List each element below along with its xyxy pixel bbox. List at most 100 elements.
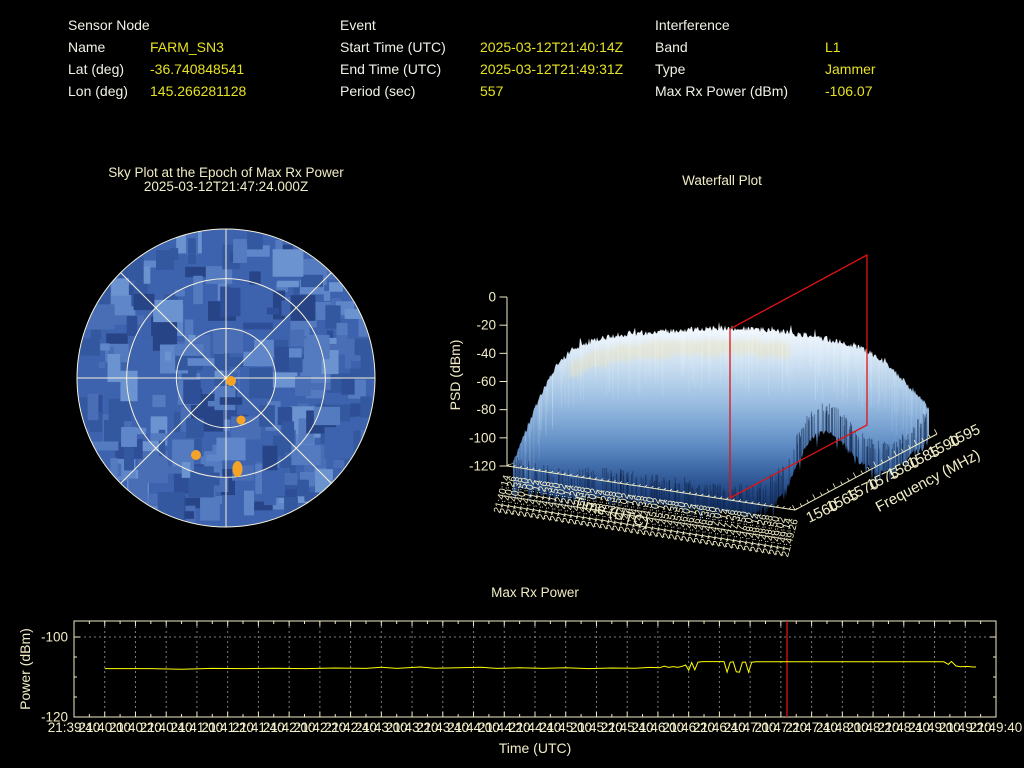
sky-heatmap-patch [87,393,99,421]
sky-source-dot [226,376,236,386]
waterfall-freq-tick [852,472,857,478]
event-section: Event Start Time (UTC) 2025-03-12T21:40:1… [340,14,623,102]
field-label: Name [68,39,106,55]
field-value: FARM_SN3 [150,39,224,55]
sky-heatmap-patch [227,287,241,317]
sky-heatmap-patch [111,278,129,296]
sky-heatmap-patch [143,266,151,284]
sky-heatmap-patch [124,445,134,471]
sky-source-dot [236,415,246,425]
sky-heatmap-patch [214,353,230,371]
sky-heatmap-patch [263,494,277,506]
sky-heatmap-patch [108,398,132,422]
sky-heatmap-patch [174,263,186,287]
field-value: L1 [825,39,841,55]
sensor-node-section: Sensor Node Name FARM_SN3 Lat (deg) -36.74… [68,14,246,102]
waterfall-freq-tick [826,488,830,493]
power-plot-title: Max Rx Power [491,585,579,600]
waterfall-z-tick-label: -60 [476,374,496,389]
sky-heatmap-patch [110,458,118,482]
waterfall-z-axis-label: PSD (dBm) [447,340,463,411]
sky-heatmap-patch [174,344,204,356]
sky-heatmap-patch [216,437,246,461]
power-data-line [104,660,976,674]
sky-heatmap-patch [275,346,289,372]
sky-heatmap-patch [300,274,324,288]
sky-heatmap-patch [188,238,196,264]
sky-heatmap-patch [169,248,179,260]
sky-heatmap-patch [259,405,275,427]
field-label: Period (sec) [340,83,416,99]
power-y-tick-label: -120 [41,710,68,725]
sky-heatmap-patch [324,427,354,459]
power-y-axis-label: Power (dBm) [17,628,33,710]
sky-plot-title: Sky Plot at the Epoch of Max Rx Power 20… [46,166,406,194]
sky-heatmap-patch [153,299,183,323]
field-value: Jammer [825,61,876,77]
dashboard: Sensor Node Name FARM_SN3 Lat (deg) -36.74… [0,0,1024,768]
waterfall-freq-tick [806,499,809,503]
sky-heatmap-patch [243,490,255,516]
max-rx-power-plot-canvas: Max Rx PowerPower (dBm)Time (UTC)21:39:4… [17,585,1023,756]
field-label: Lat (deg) [68,61,125,77]
field-value: -36.740848541 [150,61,245,77]
sky-heatmap-patch [289,329,305,347]
sky-heatmap-patch [266,307,280,315]
waterfall-freq-tick [860,470,863,474]
waterfall-freq-tick [867,466,870,471]
waterfall-z-tick-label: -40 [476,346,496,361]
waterfall-z-tick-label: -20 [476,318,496,333]
sky-heatmap-patch [284,496,298,522]
waterfall-freq-tick [820,492,823,496]
field-value: 2025-03-12T21:40:14Z [480,39,624,55]
waterfall-freq-tick [812,494,816,500]
sky-heatmap-patch [83,304,115,330]
waterfall-freq-tick [928,434,931,438]
field-label: Band [655,39,688,55]
sky-heatmap-patch [354,338,375,356]
field-label: End Time (UTC) [340,61,442,77]
waterfall-freq-tick [799,503,803,507]
sky-heatmap-patch [231,416,261,440]
section-title: Sensor Node [68,17,150,33]
sky-heatmap-patch [233,239,247,263]
sky-heatmap-patch [284,472,298,486]
waterfall-plot-canvas: 0-20-40-60-80-100-120PSD (dBm)21:40:1421… [447,253,983,558]
waterfall-z-tick-label: -80 [476,402,496,417]
sky-heatmap-patch [295,376,311,396]
sky-heatmap-patch [212,328,244,354]
sky-heatmap-patch [243,322,273,330]
field-value: 557 [480,83,504,99]
field-label: Lon (deg) [68,83,128,99]
sky-heatmap-patch [306,334,330,360]
sky-heatmap-patch [80,338,100,356]
sky-plot-title-line1: Sky Plot at the Epoch of Max Rx Power [108,165,344,180]
sky-heatmap-patch [146,267,178,295]
sky-heatmap-patch [152,394,166,408]
sky-heatmap-patch [272,249,304,277]
waterfall-z-tick-label: -120 [469,459,496,474]
sky-heatmap-patch [329,337,337,345]
sky-heatmap-patch [98,361,106,369]
sky-heatmap-patch [120,370,138,402]
sky-heatmap-patch [336,322,348,336]
waterfall-freq-tick-label: 1595 [946,421,983,451]
field-value: -106.07 [825,83,873,99]
sky-heatmap-patch [290,295,316,321]
sky-heatmap-patch [193,275,203,305]
field-label: Type [655,61,686,77]
sky-plot-title-line2: 2025-03-12T21:47:24.000Z [143,179,309,194]
sky-heatmap-patch [164,351,172,361]
sky-heatmap-patch [219,397,243,405]
waterfall-title: Waterfall Plot [682,173,762,188]
power-y-tick-label: -100 [41,630,68,645]
section-title: Interference [655,17,730,33]
waterfall-freq-tick [847,477,850,482]
sky-heatmap-patch [104,420,124,442]
sky-heatmap-patch [323,291,331,301]
power-x-tick-label: 21:49:40 [970,720,1023,735]
sky-heatmap-patch [243,351,261,367]
interference-section: Interference Band L1 Type Jammer Max Rx Po… [655,14,876,102]
sky-heatmap-patch [157,492,185,520]
field-value: 145.266281128 [150,83,247,99]
